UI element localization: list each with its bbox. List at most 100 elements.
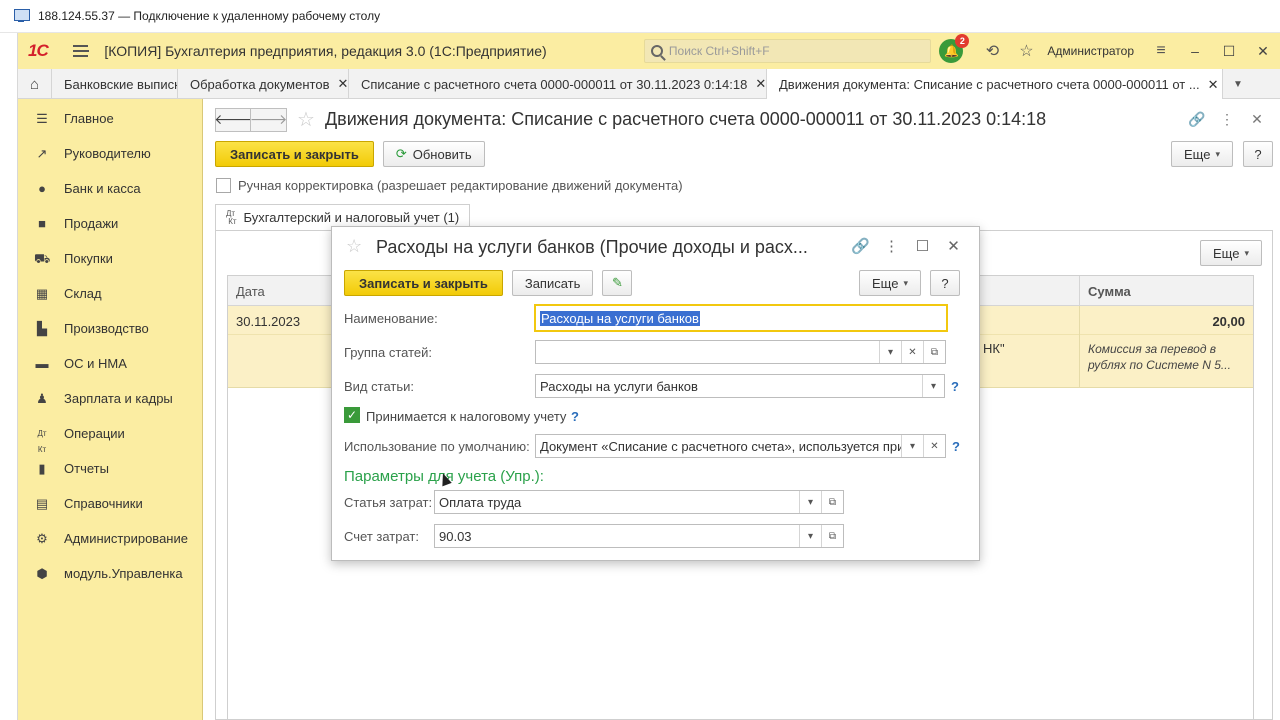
sidebar-item-catalogs[interactable]: ▤ Справочники	[18, 486, 202, 521]
close-icon[interactable]: ✕	[337, 76, 348, 92]
sidebar-item-administration[interactable]: ⚙ Администрирование	[18, 521, 202, 556]
dialog-help-button[interactable]: ?	[930, 270, 960, 296]
close-app-icon[interactable]: ✕	[1246, 43, 1280, 60]
kind-field[interactable]: Расходы на услуги банков ▾	[535, 374, 945, 398]
sidebar-item-bank[interactable]: ● Банк и касса	[18, 171, 202, 206]
open-icon[interactable]: ⧉	[821, 525, 843, 547]
clear-icon[interactable]: ✕	[923, 435, 945, 457]
open-icon[interactable]: ⧉	[821, 491, 843, 513]
minimize-icon[interactable]: –	[1178, 43, 1212, 59]
more-actions-icon[interactable]: ⋮	[876, 237, 907, 255]
forward-button[interactable]: 🡒	[249, 107, 288, 132]
cost-item-label: Статья затрат:	[344, 495, 433, 510]
sidebar-item-sales[interactable]: ■ Продажи	[18, 206, 202, 241]
tab-document-processing[interactable]: Обработка документов ✕	[178, 69, 349, 99]
clear-icon[interactable]: ✕	[901, 341, 923, 363]
notifications-badge: 2	[955, 34, 970, 48]
refresh-button[interactable]: ⟳ Обновить	[382, 141, 485, 167]
usage-field[interactable]: Документ «Списание с расчетного счета», …	[535, 434, 946, 458]
search-placeholder: Поиск Ctrl+Shift+F	[668, 44, 770, 58]
favorites-star-icon[interactable]: ☆	[1009, 41, 1043, 61]
edit-pen-button[interactable]: ✎	[602, 270, 633, 296]
sidebar-item-management-module[interactable]: ⬢ модуль.Управленка	[18, 556, 202, 591]
dropdown-icon[interactable]: ▾	[879, 341, 901, 363]
name-field[interactable]: Расходы на услуги банков	[534, 304, 948, 332]
sidebar-item-production[interactable]: ▙ Производство	[18, 311, 202, 346]
tab-document-movements[interactable]: Движения документа: Списание с расчетног…	[767, 69, 1223, 100]
group-field[interactable]: ▾ ✕ ⧉	[535, 340, 946, 364]
open-tabs-bar: ⌂ Банковские выписки✕ Обработка документ…	[18, 69, 1280, 100]
tabs-overflow-icon[interactable]: ▼	[1223, 69, 1253, 99]
tax-help-icon[interactable]: ?	[571, 409, 579, 424]
menu-lines-icon: ☰	[36, 110, 48, 126]
more-button[interactable]: Еще	[1171, 141, 1233, 167]
dt-kt-icon: Дт Кт	[37, 428, 47, 454]
cost-item-value: Оплата труда	[439, 494, 522, 510]
link-icon[interactable]: 🔗	[845, 237, 876, 255]
manual-edit-checkbox[interactable]	[216, 178, 231, 193]
main-menu-icon[interactable]	[72, 45, 89, 57]
dropdown-icon[interactable]: ▾	[922, 375, 944, 397]
group-label: Группа статей:	[344, 345, 432, 360]
sidebar-item-label: Главное	[64, 111, 114, 126]
link-icon[interactable]: 🔗	[1182, 111, 1212, 128]
sidebar-item-manager[interactable]: ↗ Руководителю	[18, 136, 202, 171]
tax-accounting-checkbox[interactable]: ✓	[344, 407, 360, 423]
favorite-star-icon[interactable]: ☆	[346, 236, 362, 257]
cell-comment: Комиссия за перевод в рублях по Системе …	[1088, 342, 1231, 372]
remote-desktop-icon	[14, 9, 30, 23]
close-icon[interactable]: ✕	[1242, 111, 1272, 128]
dialog-more-button[interactable]: Еще	[859, 270, 921, 296]
dialog-save-close-button[interactable]: Записать и закрыть	[344, 270, 503, 296]
factory-icon: ▙	[37, 320, 47, 336]
help-button[interactable]: ?	[1243, 141, 1273, 167]
sidebar-item-label: Продажи	[64, 216, 119, 231]
favorite-star-icon[interactable]: ☆	[297, 107, 315, 132]
sidebar-item-operations[interactable]: Дт Кт Операции	[18, 416, 202, 454]
arrow-right-icon: 🡒	[249, 111, 288, 127]
history-icon[interactable]: ⟲	[975, 41, 1009, 61]
tab-bank-statements[interactable]: Банковские выписки✕	[52, 69, 178, 99]
sidebar-item-warehouse[interactable]: ▦ Склад	[18, 276, 202, 311]
table-more-button[interactable]: Еще	[1200, 240, 1262, 266]
maximize-icon[interactable]: ☐	[907, 237, 938, 255]
cost-item-field[interactable]: Оплата труда ▾ ⧉	[434, 490, 844, 514]
save-close-button[interactable]: Записать и закрыть	[215, 141, 374, 167]
cost-account-field[interactable]: 90.03 ▾ ⧉	[434, 524, 844, 548]
gear-icon: ⚙	[36, 530, 48, 546]
sidebar-item-purchases[interactable]: ⛟ Покупки	[18, 241, 202, 276]
tax-accounting-label: Принимается к налоговому учету	[366, 409, 567, 424]
kind-help-icon[interactable]: ?	[951, 379, 959, 394]
home-icon[interactable]: ⌂	[18, 69, 52, 99]
sidebar-item-main[interactable]: ☰ Главное	[18, 101, 202, 136]
sidebar-item-label: Администрирование	[64, 531, 188, 546]
sidebar-item-fixed-assets[interactable]: ▬ ОС и НМА	[18, 346, 202, 381]
sidebar-item-payroll[interactable]: ♟ Зарплата и кадры	[18, 381, 202, 416]
dropdown-icon[interactable]: ▾	[799, 491, 821, 513]
tab-accounting-label: Бухгалтерский и налоговый учет (1)	[243, 210, 460, 225]
close-icon[interactable]: ✕	[1208, 77, 1219, 93]
dialog-save-button[interactable]: Записать	[511, 270, 594, 296]
notifications-bell-icon[interactable]: 🔔 2	[939, 34, 970, 63]
global-search-input[interactable]: Поиск Ctrl+Shift+F	[643, 39, 932, 63]
maximize-icon[interactable]: ☐	[1212, 43, 1246, 60]
name-label: Наименование:	[344, 311, 438, 326]
cell-bank: НК"	[983, 341, 1005, 356]
name-value: Расходы на услуги банков	[540, 310, 700, 326]
close-icon[interactable]: ✕	[938, 237, 969, 255]
dropdown-icon[interactable]: ▾	[799, 525, 821, 547]
usage-help-icon[interactable]: ?	[952, 439, 960, 454]
sections-sidebar: ☰ Главное ↗ Руководителю ● Банк и касса ■ Пр…	[18, 99, 203, 720]
more-actions-icon[interactable]: ⋮	[1212, 111, 1242, 128]
back-button[interactable]: 🡐	[214, 107, 252, 132]
arrow-left-icon: 🡐	[214, 111, 252, 127]
close-icon[interactable]: ✕	[755, 76, 766, 92]
column-sum[interactable]: Сумма	[1088, 284, 1131, 299]
open-icon[interactable]: ⧉	[923, 341, 945, 363]
dropdown-icon[interactable]: ▾	[901, 435, 923, 457]
tab-write-off[interactable]: Списание с расчетного счета 0000-000011 …	[349, 69, 767, 99]
cell-date: 30.11.2023	[236, 314, 301, 329]
column-date[interactable]: Дата	[236, 284, 265, 299]
current-user[interactable]: Администратор	[1047, 44, 1134, 58]
settings-menu-icon[interactable]: ≡	[1144, 42, 1178, 60]
